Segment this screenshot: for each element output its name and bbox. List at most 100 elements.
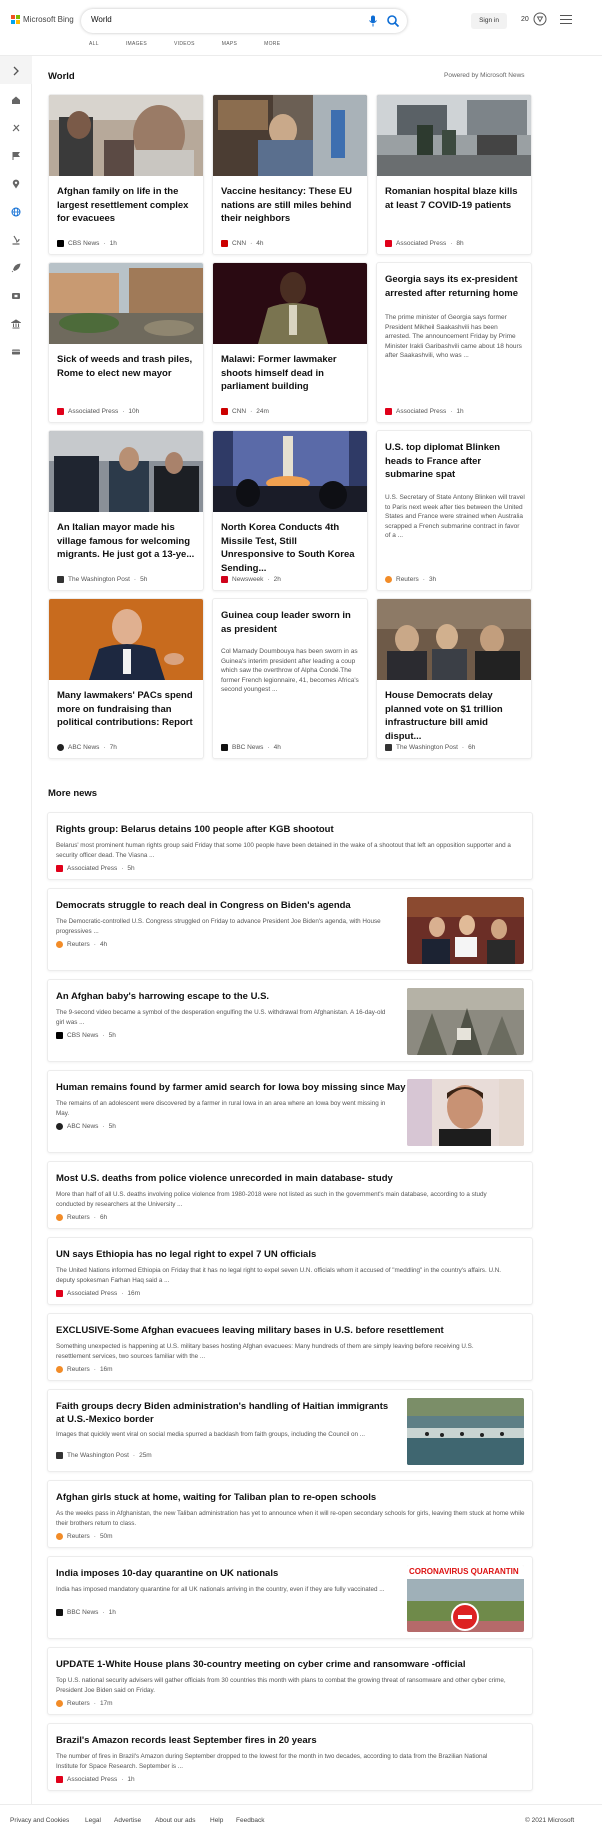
globe-icon[interactable] [10, 206, 22, 218]
footer-link-legal[interactable]: Legal [85, 1817, 101, 1824]
card-title[interactable]: House Democrats delay planned vote on $1… [385, 689, 525, 743]
card-title[interactable]: Malawi: Former lawmaker shoots himself d… [221, 353, 361, 394]
bing-logo[interactable]: Microsoft Bing [11, 15, 74, 24]
source-name: Reuters [67, 1700, 90, 1707]
card-title[interactable]: Georgia says its ex-president arrested a… [385, 273, 525, 300]
news-meta: Associated Press · 16m [56, 1290, 140, 1297]
source-name: Associated Press [67, 1776, 118, 1783]
news-list-item[interactable]: UN says Ethiopia has no legal right to e… [47, 1237, 533, 1305]
news-list-item[interactable]: An Afghan baby's harrowing escape to the… [47, 979, 533, 1062]
news-card[interactable]: Sick of weeds and trash piles, Rome to e… [48, 262, 204, 423]
news-list-item[interactable]: Human remains found by farmer amid searc… [47, 1070, 533, 1153]
news-title[interactable]: Democrats struggle to reach deal in Cong… [56, 899, 351, 912]
logo-text: Microsoft Bing [23, 15, 74, 24]
news-card[interactable]: House Democrats delay planned vote on $1… [376, 598, 532, 759]
news-title[interactable]: Rights group: Belarus detains 100 people… [56, 823, 334, 836]
rewards-icon[interactable] [533, 12, 547, 26]
news-card[interactable]: Guinea coup leader sworn in as president… [212, 598, 368, 759]
publish-time: 1h [109, 240, 117, 247]
news-card[interactable]: Malawi: Former lawmaker shoots himself d… [212, 262, 368, 423]
news-title[interactable]: An Afghan baby's harrowing escape to the… [56, 990, 269, 1003]
news-card[interactable]: Georgia says its ex-president arrested a… [376, 262, 532, 423]
news-card[interactable]: Afghan family on life in the largest res… [48, 94, 204, 255]
news-title[interactable]: Brazil's Amazon records least September … [56, 1734, 317, 1747]
footer-link-help[interactable]: Help [210, 1817, 223, 1824]
news-snippet: Belarus' most prominent human rights gro… [56, 842, 511, 859]
search-icon[interactable] [386, 14, 400, 28]
news-list-item[interactable]: Democrats struggle to reach deal in Cong… [47, 888, 533, 971]
location-icon[interactable] [10, 178, 22, 190]
card-meta: CNN · 4h [221, 240, 264, 247]
scope-more[interactable]: MORE [264, 41, 280, 47]
source-name: BBC News [232, 744, 264, 751]
news-title[interactable]: Human remains found by farmer amid searc… [56, 1081, 406, 1094]
news-card[interactable]: Romanian hospital blaze kills at least 7… [376, 94, 532, 255]
footer-link-advertise[interactable]: Advertise [114, 1817, 141, 1824]
news-title[interactable]: UPDATE 1-White House plans 30-country me… [56, 1658, 465, 1671]
news-card[interactable]: North Korea Conducts 4th Missile Test, S… [212, 430, 368, 591]
news-list-item[interactable]: EXCLUSIVE-Some Afghan evacuees leaving m… [47, 1313, 533, 1381]
news-list-item[interactable]: India imposes 10-day quarantine on UK na… [47, 1556, 533, 1639]
news-list-item[interactable]: Afghan girls stuck at home, waiting for … [47, 1480, 533, 1548]
news-card[interactable]: An Italian mayor made his village famous… [48, 430, 204, 591]
microphone-icon[interactable] [368, 15, 378, 27]
news-list-item[interactable]: Rights group: Belarus detains 100 people… [47, 812, 533, 880]
news-title[interactable]: Faith groups decry Biden administration'… [56, 1400, 396, 1426]
expand-icon[interactable] [10, 65, 22, 77]
news-card[interactable]: Vaccine hesitancy: These EU nations are … [212, 94, 368, 255]
source-logo-icon [56, 1214, 63, 1221]
news-title[interactable]: India imposes 10-day quarantine on UK na… [56, 1567, 278, 1580]
news-list-item[interactable]: Most U.S. deaths from police violence un… [47, 1161, 533, 1229]
publish-time: 10h [128, 408, 140, 415]
footer-link-about-ads[interactable]: About our ads [155, 1817, 195, 1824]
rocket-icon[interactable] [10, 262, 22, 274]
footer-link-feedback[interactable]: Feedback [236, 1817, 265, 1824]
scope-maps[interactable]: MAPS [222, 41, 237, 47]
news-list-item[interactable]: UPDATE 1-White House plans 30-country me… [47, 1647, 533, 1715]
scope-tabs: ALL IMAGES VIDEOS MAPS MORE [89, 41, 307, 47]
news-card[interactable]: Many lawmakers' PACs spend more on fundr… [48, 598, 204, 759]
news-thumbnail: CORONAVIRUS QUARANTIN [407, 1565, 524, 1632]
news-title[interactable]: Afghan girls stuck at home, waiting for … [56, 1491, 376, 1504]
card-title[interactable]: Guinea coup leader sworn in as president [221, 609, 361, 636]
card-title[interactable]: North Korea Conducts 4th Missile Test, S… [221, 521, 361, 575]
menu-icon[interactable] [560, 15, 572, 25]
rewards-count[interactable]: 20 [521, 16, 529, 23]
home-icon[interactable] [10, 94, 22, 106]
source-logo-icon [56, 1776, 63, 1783]
news-meta: Reuters · 4h [56, 941, 107, 948]
card-title[interactable]: U.S. top diplomat Blinken heads to Franc… [385, 441, 525, 482]
card-title[interactable]: Afghan family on life in the largest res… [57, 185, 197, 226]
card-title[interactable]: An Italian mayor made his village famous… [57, 521, 197, 562]
news-card[interactable]: U.S. top diplomat Blinken heads to Franc… [376, 430, 532, 591]
source-logo-icon [385, 240, 392, 247]
sign-in-button[interactable]: Sign in [471, 13, 507, 29]
entertainment-icon[interactable] [10, 290, 22, 302]
news-meta: Reuters · 17m [56, 1700, 113, 1707]
powered-by-label[interactable]: Powered by Microsoft News [444, 72, 525, 79]
news-list-item[interactable]: Faith groups decry Biden administration'… [47, 1389, 533, 1472]
scope-images[interactable]: IMAGES [126, 41, 147, 47]
money-icon[interactable] [10, 346, 22, 358]
news-title[interactable]: Most U.S. deaths from police violence un… [56, 1172, 393, 1185]
card-title[interactable]: Many lawmakers' PACs spend more on fundr… [57, 689, 197, 730]
scope-videos[interactable]: VIDEOS [174, 41, 195, 47]
publish-time: 16m [127, 1290, 141, 1297]
search-input[interactable] [91, 15, 341, 24]
card-title[interactable]: Sick of weeds and trash piles, Rome to e… [57, 353, 197, 380]
card-title[interactable]: Vaccine hesitancy: These EU nations are … [221, 185, 361, 226]
microscope-icon[interactable] [10, 234, 22, 246]
publish-time: 16m [99, 1366, 113, 1373]
card-title[interactable]: Romanian hospital blaze kills at least 7… [385, 185, 525, 212]
source-logo-icon [57, 240, 64, 247]
news-list-item[interactable]: Brazil's Amazon records least September … [47, 1723, 533, 1791]
news-title[interactable]: UN says Ethiopia has no legal right to e… [56, 1248, 316, 1261]
source-name: Associated Press [396, 240, 447, 247]
news-title[interactable]: EXCLUSIVE-Some Afghan evacuees leaving m… [56, 1324, 444, 1337]
footer-link-privacy[interactable]: Privacy and Cookies [10, 1817, 69, 1824]
flag-icon[interactable] [10, 150, 22, 162]
bank-icon[interactable] [10, 318, 22, 330]
scope-all[interactable]: ALL [89, 41, 99, 47]
news-image [377, 599, 531, 680]
tools-icon[interactable] [10, 122, 22, 134]
